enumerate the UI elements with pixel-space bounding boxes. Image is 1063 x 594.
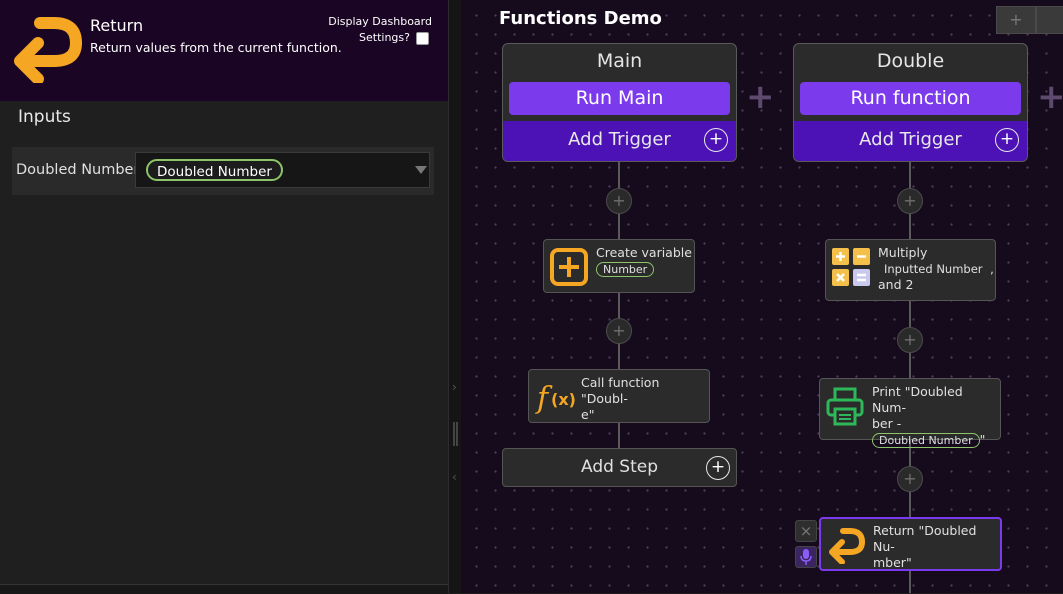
add-trigger-label: Add Trigger xyxy=(568,129,671,150)
inputs-heading: Inputs xyxy=(18,107,71,127)
add-trigger-bar[interactable]: Add Trigger + xyxy=(503,121,736,161)
delete-step-button[interactable]: × xyxy=(795,520,817,542)
function-card-main: Main Run Main Add Trigger + xyxy=(502,43,737,162)
step-create-variable[interactable]: Create variable Number xyxy=(543,239,695,293)
function-name: Main xyxy=(596,50,643,72)
dashboard-label-line2: Settings? xyxy=(359,31,410,44)
step-label: Create variable xyxy=(596,245,692,260)
input-value-chip[interactable]: Doubled Number xyxy=(146,159,283,181)
return-arrow-icon xyxy=(14,17,82,83)
function-icon: f (x) xyxy=(535,381,576,416)
input-label: Doubled Number xyxy=(16,162,140,178)
chevron-left-icon[interactable]: ‹ xyxy=(452,470,457,484)
add-trigger-plus-icon[interactable]: + xyxy=(704,128,728,152)
step-label-line1: Print "Doubled Num- xyxy=(872,384,963,415)
add-box-icon xyxy=(550,248,588,286)
function-name: Double xyxy=(876,50,945,72)
chevron-right-icon[interactable]: › xyxy=(452,380,457,394)
variable-chip[interactable]: Doubled Number xyxy=(872,433,980,448)
add-trigger-label: Add Trigger xyxy=(859,129,962,150)
properties-panel: Return Return values from the current fu… xyxy=(0,0,448,594)
run-main-button[interactable]: Run Main xyxy=(509,82,730,115)
return-icon xyxy=(829,528,865,564)
step-label-line1: Call function "Doubl- xyxy=(581,375,660,406)
step-label-line1: Return "Doubled Nu- xyxy=(873,523,977,554)
insert-step-button[interactable]: + xyxy=(606,188,632,214)
zoom-out-button[interactable] xyxy=(1036,6,1063,34)
add-step-label: Add Step xyxy=(580,457,659,477)
add-trigger-bar[interactable]: Add Trigger + xyxy=(794,121,1027,161)
insert-step-button[interactable]: + xyxy=(897,327,923,353)
step-label-line2: e" xyxy=(581,407,595,422)
step-multiply[interactable]: Multiply Inputted Number , and 2 xyxy=(825,239,996,301)
dashboard-settings-checkbox[interactable] xyxy=(416,32,429,45)
insert-step-button[interactable]: + xyxy=(606,318,632,344)
flow-canvas[interactable]: Functions Demo + Main Run Main Add Trigg… xyxy=(461,0,1063,593)
add-function-plus-icon[interactable]: + xyxy=(1037,80,1063,114)
step-call-function[interactable]: f (x) Call function "Doubl- e" xyxy=(528,369,710,423)
function-card-double: Double Run function Add Trigger + xyxy=(793,43,1028,162)
step-separator: , xyxy=(990,262,994,276)
add-function-plus-icon[interactable]: + xyxy=(746,80,775,114)
drag-handle-icon[interactable] xyxy=(453,422,458,446)
step-label-line2: ber - xyxy=(872,416,902,431)
calculator-icon xyxy=(832,248,870,286)
insert-step-button[interactable]: + xyxy=(897,466,923,492)
block-description: Return values from the current function. xyxy=(90,40,342,55)
add-trigger-plus-icon[interactable]: + xyxy=(995,128,1019,152)
printer-icon xyxy=(826,387,864,426)
step-label-line2: mber" xyxy=(873,555,912,570)
run-function-button[interactable]: Run function xyxy=(800,82,1021,115)
insert-step-button[interactable]: + xyxy=(897,188,923,214)
step-print[interactable]: Print "Doubled Num- ber - Doubled Number… xyxy=(819,378,1001,448)
svg-text:(x): (x) xyxy=(551,390,576,409)
dashboard-settings-label: Display Dashboard Settings? xyxy=(312,14,432,46)
microphone-icon[interactable] xyxy=(795,546,817,568)
add-step-plus-icon[interactable]: + xyxy=(706,456,730,480)
panel-splitter[interactable]: › ‹ xyxy=(448,0,462,593)
dashboard-label-line1: Display Dashboard xyxy=(328,15,432,28)
step-label-line3: and 2 xyxy=(878,277,914,292)
step-return-selected[interactable]: Return "Doubled Nu- mber" xyxy=(819,517,1002,571)
canvas-title: Functions Demo xyxy=(499,8,662,29)
add-step-button[interactable]: Add Step + xyxy=(502,448,737,487)
variable-chip[interactable]: Number xyxy=(596,262,655,277)
chevron-down-icon[interactable] xyxy=(415,166,427,174)
zoom-in-button[interactable]: + xyxy=(996,6,1036,34)
block-title: Return xyxy=(90,16,144,35)
step-closing-quote: " xyxy=(979,432,986,447)
step-label-line1: Multiply xyxy=(878,245,928,260)
variable-chip[interactable]: Inputted Number xyxy=(878,262,983,276)
block-header: Return Return values from the current fu… xyxy=(0,0,448,101)
